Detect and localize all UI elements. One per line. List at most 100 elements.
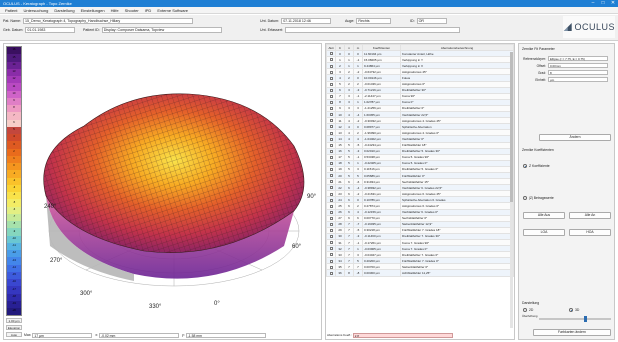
- scale-step: 9: [7, 97, 21, 105]
- checkbox[interactable]: [329, 95, 333, 98]
- menu-darstellung[interactable]: Darstellung: [51, 8, 77, 13]
- menu-externe-software[interactable]: Externe Software: [154, 8, 191, 13]
- cell-aberration-name: Achtblattfehler 11,25°: [400, 269, 514, 277]
- checkbox[interactable]: [329, 241, 333, 245]
- menu-untersuchung[interactable]: Untersuchung: [20, 8, 51, 13]
- zernike-3d-plot[interactable]: 240° 270° 300° 330° 0° 90° 60°: [24, 46, 320, 326]
- checkbox[interactable]: [329, 131, 333, 135]
- checkbox[interactable]: [329, 58, 333, 62]
- checkbox[interactable]: [329, 192, 333, 196]
- checkbox[interactable]: [329, 174, 333, 178]
- checkbox[interactable]: [329, 52, 333, 56]
- checkbox[interactable]: [329, 137, 333, 141]
- exam-date-value[interactable]: 07.11.2018 12:46: [281, 18, 332, 24]
- checkbox[interactable]: [329, 101, 333, 105]
- radio-2d[interactable]: 2D: [523, 308, 533, 312]
- scroll-thumb[interactable]: [510, 52, 513, 202]
- hoa-button[interactable]: HOA: [569, 229, 611, 236]
- aendern-button[interactable]: Ändern: [539, 134, 611, 141]
- angle-240: 240°: [44, 204, 57, 210]
- checkbox[interactable]: [329, 271, 333, 275]
- alle-aus-button[interactable]: Alle Aus: [523, 212, 565, 219]
- menu-ipd[interactable]: IPD: [142, 8, 155, 13]
- exam-date-field: Unt. Datum: 07.11.2018 12:46: [260, 18, 332, 24]
- checkbox[interactable]: [329, 259, 333, 263]
- table-scrollbar[interactable]: [510, 52, 513, 328]
- scale-auto[interactable]: Auto: [6, 332, 22, 337]
- checkbox[interactable]: [329, 186, 333, 190]
- checkbox[interactable]: [329, 113, 333, 117]
- table-row[interactable]: 36 8 -8 0.00300 µm Achtblattfehler 11,25°: [326, 269, 514, 277]
- checkbox[interactable]: [329, 253, 333, 257]
- alle-an-button[interactable]: Alle An: [569, 212, 611, 219]
- eye-value[interactable]: Rechts: [356, 18, 392, 24]
- maximize-icon[interactable]: □: [598, 0, 608, 7]
- checkbox[interactable]: [329, 204, 333, 208]
- checkbox[interactable]: [329, 155, 333, 159]
- checkbox[interactable]: [329, 88, 333, 92]
- eye-label: Auge:: [345, 19, 355, 23]
- menu-einstellungen[interactable]: Einstellungen: [78, 8, 108, 13]
- examiner-value[interactable]: [284, 27, 460, 33]
- checkbox[interactable]: [329, 70, 333, 74]
- checkbox[interactable]: [329, 125, 333, 129]
- grad-value[interactable]: 8: [548, 70, 608, 75]
- radio-3d[interactable]: 3D: [569, 308, 579, 312]
- checkbox[interactable]: [329, 82, 333, 86]
- minimize-icon[interactable]: –: [588, 0, 598, 7]
- patient-name-value[interactable]: 15_Demo_Keratograph 4, Topography_Handbu…: [22, 18, 193, 24]
- checkbox[interactable]: [329, 265, 333, 269]
- checkbox[interactable]: [329, 119, 333, 123]
- checkbox[interactable]: [329, 247, 333, 251]
- checkbox[interactable]: [329, 76, 333, 80]
- checkbox[interactable]: [329, 143, 333, 147]
- colormap-change-button[interactable]: Farbkarten ändern: [533, 329, 611, 336]
- patient-id-label: Patient ID:: [83, 28, 100, 32]
- radio-abs-values-dot[interactable]: [523, 196, 527, 200]
- checkbox[interactable]: [329, 162, 333, 166]
- reference-body-field: Referenzkörper: Ellipse (r = 7.75, E = 0…: [522, 56, 608, 61]
- radio-2d-dot[interactable]: [523, 308, 527, 312]
- checkbox[interactable]: [329, 216, 333, 220]
- scale-step: -6: [7, 206, 21, 214]
- angle-270: 270°: [50, 258, 63, 264]
- grad-field: Grad: 8: [522, 70, 608, 75]
- loa-button[interactable]: LOA: [523, 229, 565, 236]
- patient-id-value[interactable]: Display: Composer Daisama, Topview: [101, 27, 222, 33]
- slider-thumb[interactable]: [584, 316, 587, 322]
- menu-shooter[interactable]: Shooter: [122, 8, 142, 13]
- checkbox[interactable]: [329, 180, 333, 184]
- radio-z-coeff[interactable]: Z Koeffiziente: [523, 164, 550, 168]
- checkbox[interactable]: [329, 235, 333, 239]
- menu-patient[interactable]: Patient: [2, 8, 20, 13]
- angle-90: 90°: [307, 194, 317, 200]
- checkbox[interactable]: [329, 107, 333, 111]
- close-icon[interactable]: ✕: [608, 0, 618, 7]
- id-value[interactable]: OR: [416, 18, 447, 24]
- logo-text: OCULUS: [574, 22, 615, 32]
- einheit-value[interactable]: µm: [548, 77, 608, 82]
- ueberhoehung-slider[interactable]: [539, 316, 611, 322]
- reference-body-value[interactable]: Ellipse (r = 7.75, E = 0.75): [548, 56, 608, 61]
- scale-mode[interactable]: Elevation: [6, 325, 22, 330]
- max-field: Max: 17 µm: [24, 332, 93, 338]
- offset-value[interactable]: 0.00mm: [548, 63, 608, 68]
- radio-abs-values[interactable]: |Z| Betragswerte: [523, 196, 554, 200]
- row-active-checkbox[interactable]: [326, 269, 336, 277]
- radio-z-coeff-dot[interactable]: [523, 164, 527, 168]
- birth-date-value[interactable]: 01.01.1983: [25, 27, 76, 33]
- checkbox[interactable]: [329, 222, 333, 226]
- scale-unit[interactable]: 1.00 µm: [6, 318, 22, 323]
- checkbox[interactable]: [329, 210, 333, 214]
- checkbox[interactable]: [329, 64, 333, 68]
- checkbox[interactable]: [329, 168, 333, 172]
- radio-3d-dot[interactable]: [569, 308, 573, 312]
- scale-step: -8: [7, 221, 21, 229]
- checkbox[interactable]: [329, 229, 333, 233]
- menu-hilfe[interactable]: Hilfe: [108, 8, 122, 13]
- id-label: ID:: [410, 19, 415, 23]
- checkbox[interactable]: [329, 198, 333, 202]
- checkbox[interactable]: [329, 149, 333, 153]
- scale-step: -13: [7, 257, 21, 265]
- patient-header: Pat. Name: 15_Demo_Keratograph 4, Topogr…: [0, 15, 618, 41]
